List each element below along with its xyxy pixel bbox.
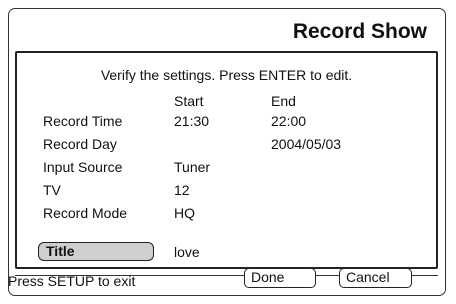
row-label-record-day[interactable]: Record Day: [43, 135, 117, 153]
settings-panel: Verify the settings. Press ENTER to edit…: [15, 51, 438, 269]
row-label-record-time[interactable]: Record Time: [43, 112, 122, 130]
column-header-start: Start: [174, 93, 204, 109]
instruction-text: Verify the settings. Press ENTER to edit…: [100, 67, 353, 83]
input-source-value: Tuner: [174, 159, 211, 175]
done-button[interactable]: Done: [244, 268, 316, 288]
cancel-button[interactable]: Cancel: [339, 268, 412, 288]
tv-channel-value: 12: [174, 182, 190, 198]
record-day-end: 2004/05/03: [271, 136, 342, 152]
record-time-start: 21:30: [174, 113, 210, 129]
record-time-end: 22:00: [271, 113, 307, 129]
record-show-dialog: Record Show Verify the settings. Press E…: [8, 8, 446, 296]
dialog-title: Record Show: [292, 20, 427, 43]
row-label-record-mode[interactable]: Record Mode: [43, 204, 127, 222]
title-value: love: [174, 244, 200, 260]
record-mode-value: HQ: [174, 205, 195, 221]
title-field-button[interactable]: Title: [38, 242, 154, 261]
row-label-input-source[interactable]: Input Source: [43, 158, 122, 176]
column-header-end: End: [271, 93, 296, 109]
setup-exit-hint: Press SETUP to exit: [8, 273, 136, 289]
row-label-tv[interactable]: TV: [43, 181, 61, 199]
